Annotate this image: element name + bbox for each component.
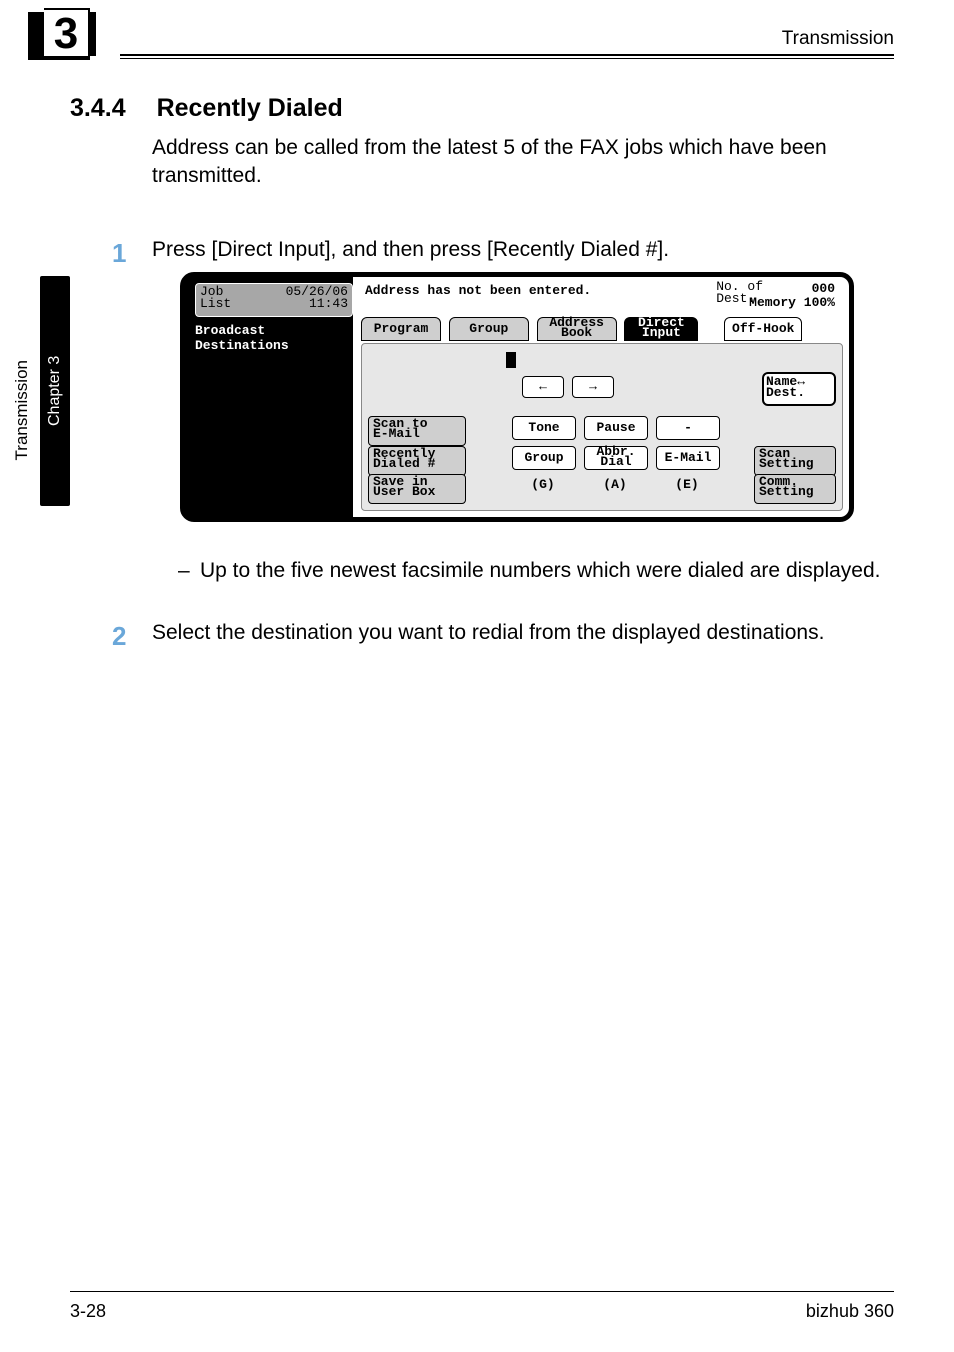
step-2-number: 2	[112, 621, 126, 652]
arrow-left-button[interactable]: ←	[522, 376, 564, 398]
chapter-badge-underline	[28, 56, 88, 60]
abbr-l2: Dial	[600, 454, 631, 469]
e-label: (E)	[656, 474, 718, 496]
tone-button[interactable]: Tone	[512, 416, 576, 440]
g-label: (G)	[512, 474, 574, 496]
recent-l2: Dialed #	[373, 456, 435, 471]
job-list-button[interactable]: Job 05/26/06 List 11:43	[195, 283, 353, 317]
lcd-left-column: Job 05/26/06 List 11:43 Broadcast Destin…	[185, 277, 353, 517]
tab-address-l2: Book	[561, 325, 592, 340]
scan-l2: E-Mail	[373, 426, 420, 441]
lcd-message: Address has not been entered.	[365, 283, 591, 298]
side-caption: Transmission	[12, 360, 32, 460]
tab-program[interactable]: Program	[361, 317, 441, 341]
job-list-l2: List	[200, 296, 231, 311]
tab-direct-l2: Input	[642, 325, 681, 340]
step-1-number: 1	[112, 238, 126, 269]
save-l2: User Box	[373, 484, 435, 499]
pause-button[interactable]: Pause	[584, 416, 648, 440]
section-title: Recently Dialed	[157, 94, 343, 122]
footer-rule	[70, 1291, 894, 1292]
broadcast-l2: Destinations	[195, 338, 289, 353]
job-time: 11:43	[309, 298, 348, 310]
scanset-l2: Setting	[759, 456, 814, 471]
tab-address-book[interactable]: Address Book	[537, 317, 617, 341]
side-tab: Chapter 3	[40, 276, 70, 506]
footer-model: bizhub 360	[806, 1301, 894, 1322]
a-label: (A)	[584, 474, 646, 496]
bullet-dash: –	[178, 557, 190, 585]
recently-dialed-button[interactable]: Recently Dialed #	[368, 446, 466, 476]
bullet-1: – Up to the five newest facsimile number…	[200, 557, 894, 585]
name-dest-l2: Dest.	[766, 385, 805, 400]
memory-label: Memory 100%	[749, 295, 835, 310]
step-1: 1 Press [Direct Input], and then press […	[152, 238, 894, 262]
lcd-panel: ← → Name↔ Dest. Scan to E-Mail Recently …	[361, 343, 843, 511]
footer-page: 3-28	[70, 1301, 106, 1322]
scan-setting-button[interactable]: Scan Setting	[754, 446, 836, 476]
step-2-text: Select the destination you want to redia…	[152, 621, 824, 644]
off-hook-button[interactable]: Off-Hook	[724, 317, 802, 341]
broadcast-label: Broadcast Destinations	[195, 323, 343, 353]
scan-to-email-button[interactable]: Scan to E-Mail	[368, 416, 466, 446]
abbr-dial-button[interactable]: Abbr. Dial	[584, 446, 648, 470]
section-heading: 3.4.4 Recently Dialed	[70, 94, 343, 123]
header-rule	[120, 54, 894, 59]
lcd-topbar: Address has not been entered. No. of Des…	[361, 281, 843, 313]
text-cursor	[506, 352, 516, 368]
step-1-text: Press [Direct Input], and then press [Re…	[152, 238, 669, 261]
step-2: 2 Select the destination you want to red…	[152, 621, 894, 645]
tab-group[interactable]: Group	[449, 317, 529, 341]
name-dest-button[interactable]: Name↔ Dest.	[762, 372, 836, 406]
group-button[interactable]: Group	[512, 446, 576, 470]
dash-button[interactable]: -	[656, 416, 720, 440]
paragraph-1: Address can be called from the latest 5 …	[152, 134, 894, 191]
running-head: Transmission	[120, 28, 894, 50]
comm-setting-button[interactable]: Comm. Setting	[754, 474, 836, 504]
tab-direct-input[interactable]: Direct Input	[624, 317, 698, 341]
arrow-right-button[interactable]: →	[572, 376, 614, 398]
bullet-1-text: Up to the five newest facsimile numbers …	[200, 559, 881, 582]
email-button[interactable]: E-Mail	[656, 446, 720, 470]
section-number: 3.4.4	[70, 94, 126, 123]
lcd-screenshot: Job 05/26/06 List 11:43 Broadcast Destin…	[180, 272, 854, 522]
commset-l2: Setting	[759, 484, 814, 499]
save-in-user-box-button[interactable]: Save in User Box	[368, 474, 466, 504]
broadcast-l1: Broadcast	[195, 323, 265, 338]
lcd-tabs: Program Group Address Book Direct Input …	[361, 317, 843, 343]
chapter-badge-number: 3	[44, 8, 90, 60]
dest-count: 000	[812, 281, 835, 296]
